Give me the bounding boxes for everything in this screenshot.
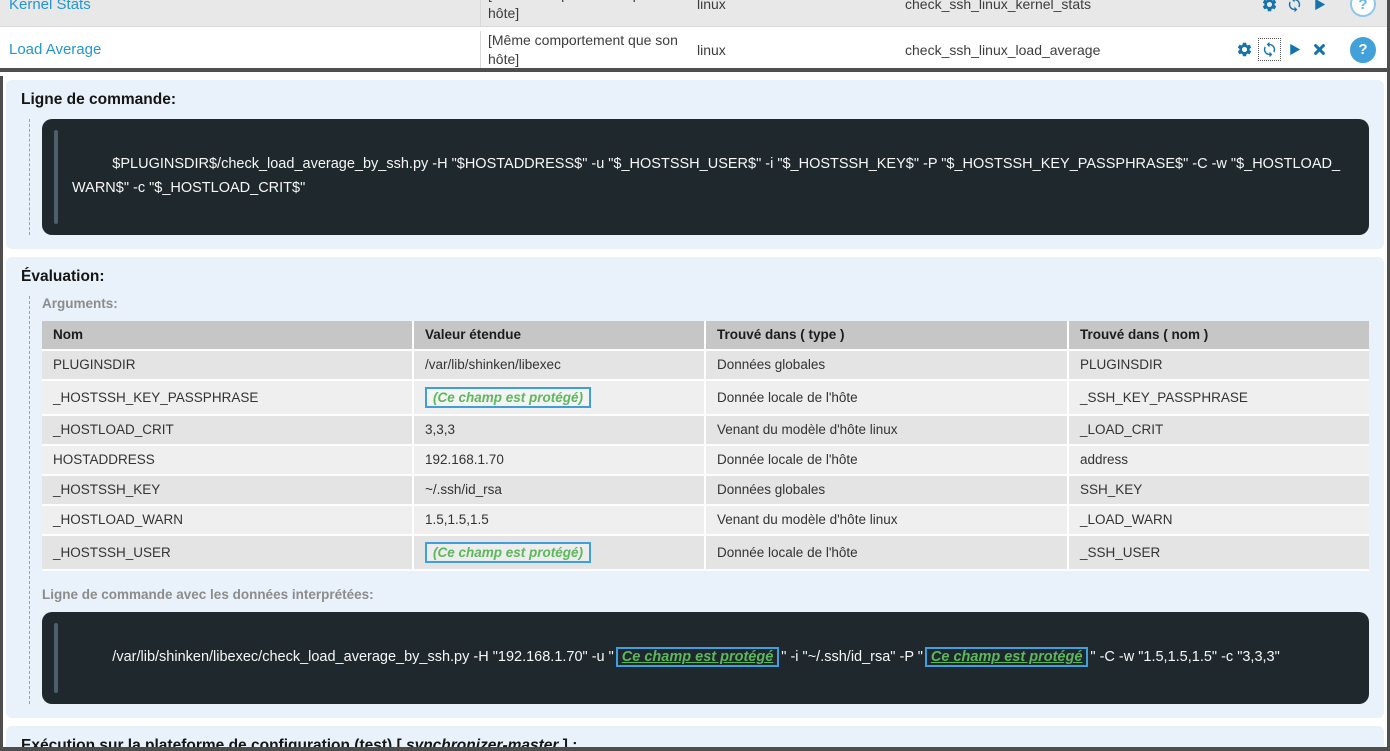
arg-type: Donnée locale de l'hôte — [706, 536, 1069, 571]
command-cell: check_ssh_linux_load_average — [905, 42, 1236, 58]
interpreted-command-codebox: /var/lib/shinken/libexec/check_load_aver… — [42, 612, 1369, 704]
arg-value: ~/.ssh/id_rsa — [414, 476, 706, 506]
table-row: HOSTADDRESS 192.168.1.70 Donnée locale d… — [42, 446, 1369, 476]
arg-type: Donnée locale de l'hôte — [706, 446, 1069, 476]
service-configuration-page: Kernel Stats [Même comportement que son … — [0, 0, 1390, 751]
arg-value: 3,3,3 — [414, 416, 706, 446]
row-actions: ? — [1261, 0, 1390, 17]
arg-value: 192.168.1.70 — [414, 446, 706, 476]
template-cell: linux — [697, 42, 905, 58]
arg-name: HOSTADDRESS — [42, 446, 414, 476]
window-border-left — [0, 76, 3, 751]
service-link-kernel-stats[interactable]: Kernel Stats — [9, 0, 91, 13]
evaluation-panel: Évaluation: Arguments: Nom Valeur étendu… — [6, 257, 1384, 718]
arg-value: 1.5,1.5,1.5 — [414, 506, 706, 536]
arg-value: (Ce champ est protégé) — [414, 536, 706, 571]
gear-icon[interactable] — [1236, 41, 1253, 58]
table-row: _HOSTSSH_USER (Ce champ est protégé) Don… — [42, 536, 1369, 571]
column-header-nom-trouve: Trouvé dans ( nom ) — [1069, 321, 1369, 351]
arguments-label: Arguments: — [42, 296, 1369, 311]
protected-field-badge: (Ce champ est protégé) — [425, 387, 591, 408]
services-table: Kernel Stats [Même comportement que son … — [0, 0, 1390, 72]
arg-type: Données globales — [706, 351, 1069, 381]
window-border-bottom — [0, 747, 1390, 751]
arg-value: /var/lib/shinken/libexec — [414, 351, 706, 381]
arg-name: _HOSTSSH_KEY_PASSPHRASE — [42, 381, 414, 416]
play-icon[interactable] — [1286, 41, 1303, 58]
code-accent-bar — [54, 623, 58, 693]
service-name-cell: Load Average — [0, 31, 481, 69]
arg-found-name: _LOAD_CRIT — [1069, 416, 1369, 446]
arg-found-name: _LOAD_WARN — [1069, 506, 1369, 536]
row-actions: ? — [1236, 37, 1390, 63]
arg-name: _HOSTLOAD_CRIT — [42, 416, 414, 446]
protected-field-badge: (Ce champ est protégé) — [425, 542, 591, 563]
table-row-load-average: Load Average [Même comportement que son … — [0, 27, 1390, 72]
arg-name: _HOSTSSH_USER — [42, 536, 414, 571]
arg-type: Venant du modèle d'hôte linux — [706, 416, 1069, 446]
arg-type: Données globales — [706, 476, 1069, 506]
template-cell: linux — [697, 0, 905, 12]
service-name-cell: Kernel Stats — [0, 0, 481, 27]
play-icon[interactable] — [1311, 0, 1328, 13]
arg-type: Donnée locale de l'hôte — [706, 381, 1069, 416]
interpreted-part-1: /var/lib/shinken/libexec/check_load_aver… — [112, 649, 614, 665]
arg-found-name: address — [1069, 446, 1369, 476]
table-row: _HOSTSSH_KEY ~/.ssh/id_rsa Données globa… — [42, 476, 1369, 506]
arg-value: (Ce champ est protégé) — [414, 381, 706, 416]
gear-icon[interactable] — [1261, 0, 1278, 13]
arg-found-name: _SSH_KEY_PASSPHRASE — [1069, 381, 1369, 416]
behavior-cell: [Même comportement que son hôte] — [481, 31, 697, 69]
panel-title: Ligne de commande: — [21, 91, 1369, 109]
table-row: _HOSTLOAD_CRIT 3,3,3 Venant du modèle d'… — [42, 416, 1369, 446]
table-row: PLUGINSDIR /var/lib/shinken/libexec Donn… — [42, 351, 1369, 381]
table-row: _HOSTSSH_KEY_PASSPHRASE (Ce champ est pr… — [42, 381, 1369, 416]
sync-icon[interactable] — [1286, 0, 1303, 13]
table-row: _HOSTLOAD_WARN 1.5,1.5,1.5 Venant du mod… — [42, 506, 1369, 536]
arguments-table: Nom Valeur étendue Trouvé dans ( type ) … — [42, 321, 1369, 571]
close-icon[interactable] — [1311, 41, 1328, 58]
help-icon[interactable]: ? — [1350, 0, 1376, 17]
command-line-panel: Ligne de commande: $PLUGINSDIR$/check_lo… — [6, 80, 1384, 249]
table-row-kernel-stats: Kernel Stats [Même comportement que son … — [0, 0, 1390, 27]
interpreted-part-2: " -i "~/.ssh/id_rsa" -P " — [781, 649, 923, 665]
panel-title: Évaluation: — [21, 268, 1369, 286]
arg-found-name: _SSH_USER — [1069, 536, 1369, 571]
arg-name: PLUGINSDIR — [42, 351, 414, 381]
arg-name: _HOSTLOAD_WARN — [42, 506, 414, 536]
code-accent-bar — [54, 130, 58, 224]
service-link-load-average[interactable]: Load Average — [9, 41, 101, 58]
table-header-row: Nom Valeur étendue Trouvé dans ( type ) … — [42, 321, 1369, 351]
interpreted-command-label: Ligne de commande avec les données inter… — [42, 587, 1369, 602]
raw-command-codebox: $PLUGINSDIR$/check_load_average_by_ssh.p… — [42, 119, 1369, 235]
column-header-nom: Nom — [42, 321, 414, 351]
command-cell: check_ssh_linux_kernel_stats — [905, 0, 1261, 12]
column-header-valeur: Valeur étendue — [414, 321, 706, 351]
raw-command-text: $PLUGINSDIR$/check_load_average_by_ssh.p… — [72, 156, 1340, 195]
interpreted-part-3: " -C -w "1.5,1.5,1.5" -c "3,3,3" — [1090, 649, 1279, 665]
arg-type: Venant du modèle d'hôte linux — [706, 506, 1069, 536]
behavior-cell: [Même comportement que son hôte] — [481, 0, 697, 23]
column-header-type: Trouvé dans ( type ) — [706, 321, 1069, 351]
protected-field-badge: Ce champ est protégé — [925, 647, 1089, 667]
arg-found-name: PLUGINSDIR — [1069, 351, 1369, 381]
arg-name: _HOSTSSH_KEY — [42, 476, 414, 506]
help-icon[interactable]: ? — [1350, 37, 1376, 63]
details-content: Ligne de commande: $PLUGINSDIR$/check_lo… — [0, 72, 1390, 751]
sync-icon[interactable] — [1261, 41, 1278, 58]
protected-field-badge: Ce champ est protégé — [616, 647, 780, 667]
arg-found-name: SSH_KEY — [1069, 476, 1369, 506]
